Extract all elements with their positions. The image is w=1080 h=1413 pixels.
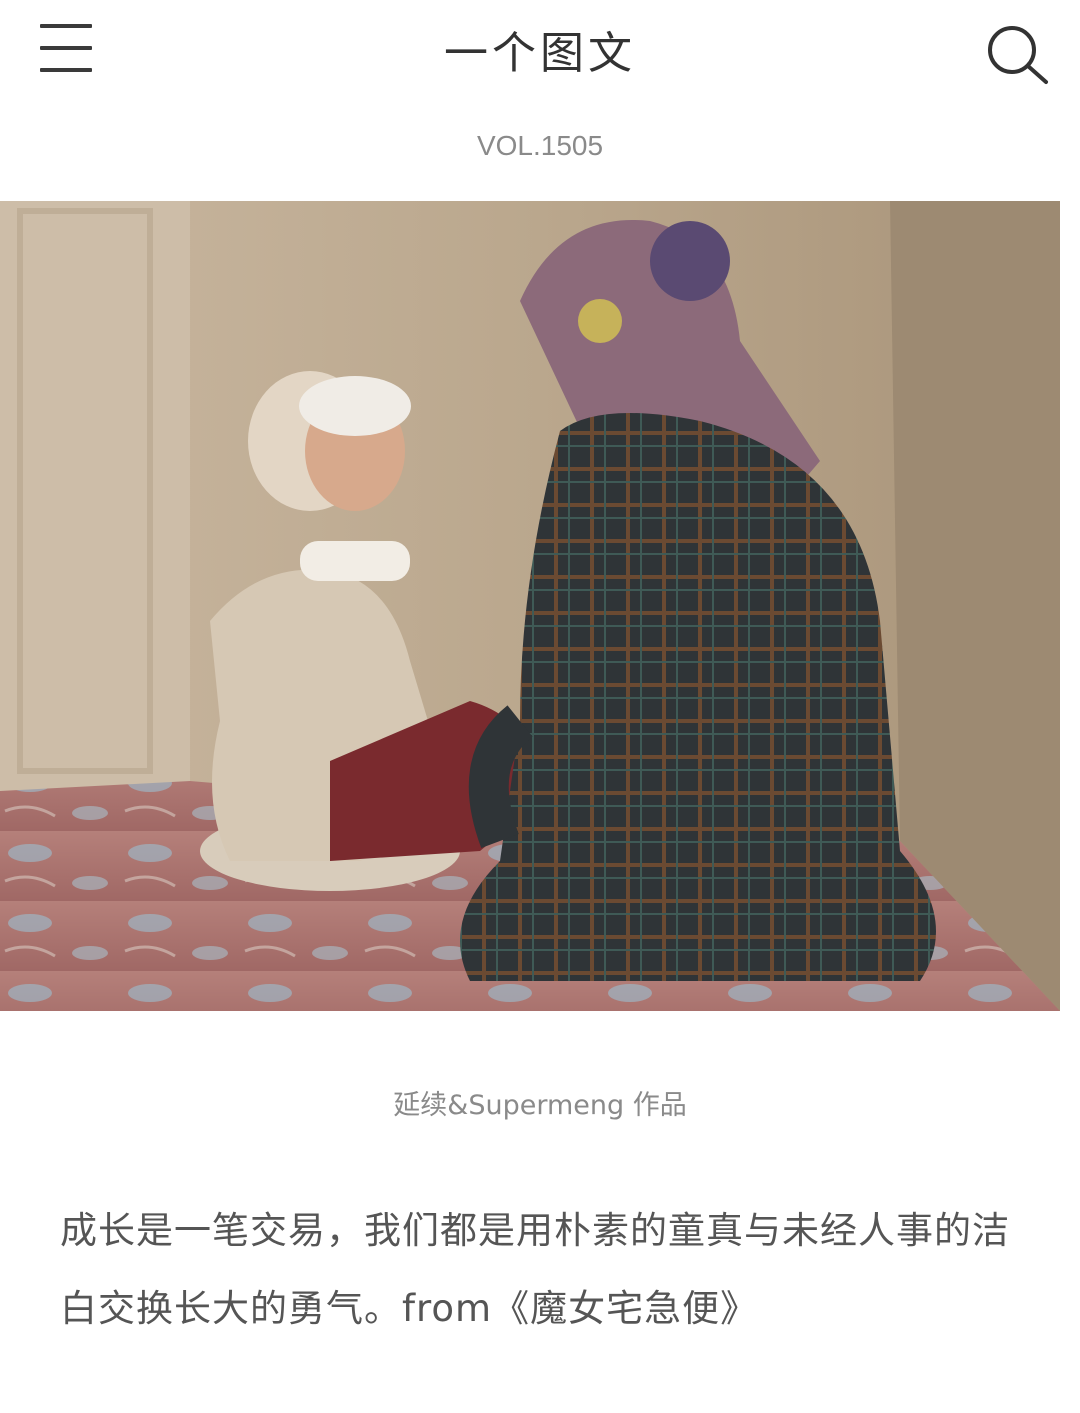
photo-author-caption: 延续&Supermeng 作品 <box>393 1090 687 1121</box>
photo-image <box>0 201 1080 1011</box>
photo[interactable] <box>0 201 1080 1011</box>
quote-text: 成长是一笔交易，我们都是用朴素的童真与未经人事的洁白交换长大的勇气。from《魔… <box>60 1209 1010 1330</box>
search-button[interactable] <box>984 22 1050 88</box>
search-icon <box>988 26 1048 84</box>
page-title: 一个图文 <box>444 28 636 79</box>
top-bar: 一个图文 <box>0 0 1080 110</box>
volume-number: VOL.1505 <box>476 130 604 161</box>
